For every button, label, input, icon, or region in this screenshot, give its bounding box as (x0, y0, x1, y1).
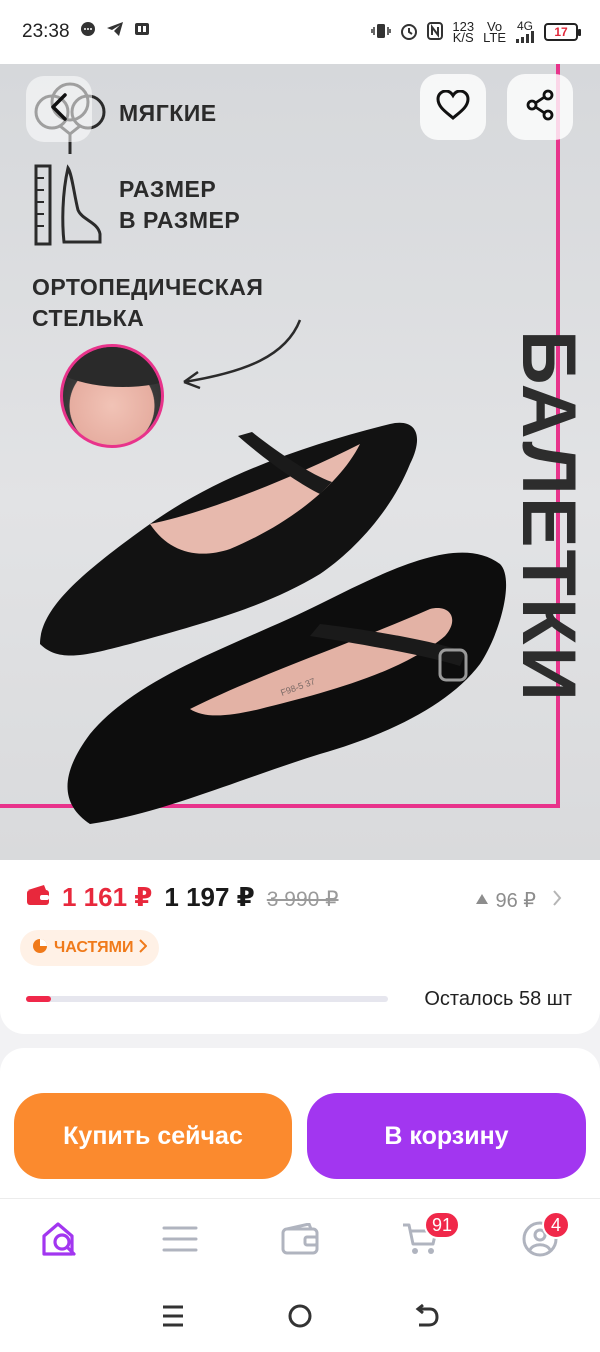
share-button[interactable] (507, 74, 573, 140)
alarm-icon (400, 22, 418, 43)
home-search-icon (40, 1220, 80, 1263)
cart-badge: 91 (424, 1211, 461, 1239)
feature-insole-line1: ОРТОПЕДИЧЕСКАЯ (32, 274, 264, 300)
stock-text: Осталось 58 шт (424, 988, 572, 1010)
wallet-icon (26, 884, 50, 911)
chevron-left-icon (49, 92, 69, 127)
status-bar: 23:38 123 K/S Vo LTE 4G 17 (0, 0, 600, 64)
cashback-value: 96 ₽ (495, 890, 536, 912)
shoes-illustration: F98-5 37 (20, 404, 520, 839)
tab-cart[interactable]: 91 (360, 1199, 480, 1284)
tab-wallet[interactable] (240, 1199, 360, 1284)
feature-soft: МЯГКИЕ (119, 100, 217, 126)
chevron-right-icon (552, 889, 562, 913)
volte-indicator: Vo LTE (483, 20, 506, 45)
installments-label: ЧАСТЯМИ (54, 939, 134, 956)
price-card: 1 161 ₽ 1 197 ₽ 3 990 ₽ 96 ₽ ЧАСТЯМИ Ост… (0, 860, 600, 1034)
recents-button[interactable] (160, 1304, 186, 1333)
signal-icon: 4G (515, 19, 535, 43)
net-speed-unit: K/S (452, 30, 474, 45)
buy-now-button[interactable]: Купить сейчас (14, 1093, 292, 1179)
pie-chart-icon (32, 938, 48, 959)
stock-progress (26, 996, 388, 1002)
message-icon (80, 21, 96, 43)
tab-bar: 91 4 (0, 1198, 600, 1284)
home-button[interactable] (286, 1302, 314, 1335)
telegram-icon (106, 21, 124, 43)
action-card: Купить сейчас В корзину (0, 1048, 600, 1198)
product-image[interactable]: МЯГКИЕ РАЗМЕР В РАЗМЕР ОРТОПЕДИЧЕСКАЯ СТ… (0, 64, 600, 860)
back-nav-button[interactable] (414, 1303, 440, 1334)
battery-icon: 17 (544, 23, 581, 41)
volte-bottom: LTE (483, 30, 506, 45)
vibrate-icon (371, 22, 392, 43)
menu-icon (162, 1225, 198, 1258)
net-speed: 123 K/S (452, 20, 474, 45)
battery-level: 17 (554, 25, 568, 39)
cashback-link[interactable]: 96 ₽ (475, 888, 562, 913)
feature-size-line1: РАЗМЕР (119, 176, 217, 202)
app-notification-icon (134, 21, 150, 43)
tab-home[interactable] (0, 1199, 120, 1284)
heart-icon (436, 88, 470, 125)
share-icon (525, 89, 555, 126)
feature-size-line2: В РАЗМЕР (119, 207, 241, 233)
price-row: 1 161 ₽ 1 197 ₽ 3 990 ₽ (26, 882, 339, 913)
network-type: 4G (516, 19, 533, 33)
back-button[interactable] (26, 76, 92, 142)
wallet-price: 1 161 ₽ (62, 882, 153, 912)
wallet-icon (281, 1222, 319, 1260)
stock-progress-fill (26, 996, 52, 1002)
tab-profile[interactable]: 4 (480, 1199, 600, 1284)
chevron-right-icon (139, 938, 148, 958)
system-nav-bar (0, 1284, 600, 1352)
current-price: 1 197 ₽ (164, 882, 255, 912)
feature-size: РАЗМЕР В РАЗМЕР (119, 174, 240, 236)
nfc-icon (427, 21, 444, 43)
triangle-up-icon (475, 889, 489, 912)
status-time: 23:38 (22, 21, 70, 42)
arrow-icon (176, 316, 306, 401)
tab-catalog[interactable] (120, 1199, 240, 1284)
add-to-cart-button[interactable]: В корзину (307, 1093, 586, 1179)
profile-badge: 4 (542, 1211, 570, 1239)
old-price: 3 990 ₽ (266, 888, 339, 911)
favorite-button[interactable] (420, 74, 486, 140)
installments-badge[interactable]: ЧАСТЯМИ (20, 930, 160, 966)
size-icon (34, 164, 104, 251)
